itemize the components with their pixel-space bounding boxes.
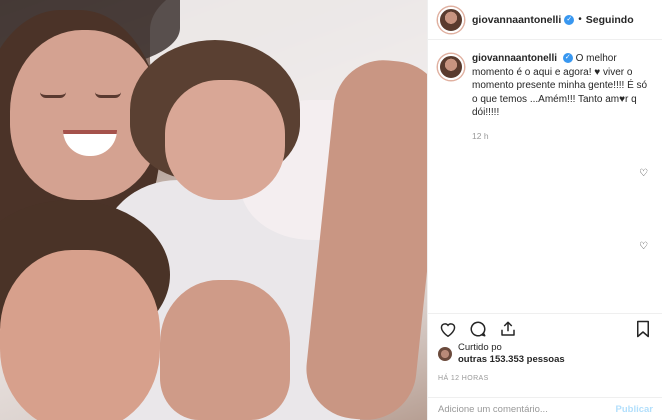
photo-eye-left [40, 92, 66, 98]
action-bar [428, 313, 662, 343]
photo-hand [160, 280, 290, 420]
add-comment-bar: Publicar [428, 397, 662, 420]
comment-like-heart-icon[interactable]: ♡ [639, 241, 648, 252]
liked-by-prefix: Curtido po [458, 342, 502, 353]
likes-summary: Curtido po outras 153.353 pessoas [438, 342, 565, 366]
following-button[interactable]: Seguindo [586, 14, 634, 26]
post-sidebar: giovannaantonelli ✓ • Seguindo giovannaa… [427, 0, 662, 420]
post-header: giovannaantonelli ✓ • Seguindo [428, 0, 662, 40]
photo-girl-face [165, 80, 285, 200]
profile-avatar[interactable] [438, 6, 464, 33]
post-caption: giovannaantonelli ✓ O melhor momento é o… [428, 40, 662, 143]
liker-avatar[interactable] [438, 347, 452, 361]
share-icon [501, 321, 515, 336]
save-button[interactable] [633, 319, 653, 339]
heart-icon [440, 322, 456, 337]
caption-time[interactable]: 12 h [472, 130, 652, 144]
instagram-post: giovannaantonelli ✓ • Seguindo giovannaa… [0, 0, 662, 420]
comment-button[interactable] [468, 319, 488, 339]
comment-like-heart-icon[interactable]: ♡ [639, 168, 648, 179]
separator-dot: • [578, 14, 582, 25]
header-username[interactable]: giovannaantonelli [472, 14, 561, 26]
photo-girl2-face [0, 250, 160, 420]
like-button[interactable] [438, 319, 458, 339]
post-timestamp[interactable]: HÁ 12 HORAS [438, 375, 489, 382]
caption-username[interactable]: giovannaantonelli [472, 53, 557, 64]
likes-count-link[interactable]: outras 153.353 pessoas [458, 354, 565, 365]
verified-badge-icon: ✓ [564, 14, 575, 25]
comment-icon [470, 321, 486, 337]
post-photo[interactable] [0, 0, 427, 420]
photo-eye-right [95, 92, 121, 98]
likes-text: Curtido po outras 153.353 pessoas [458, 342, 565, 366]
caption-body: giovannaantonelli ✓ O melhor momento é o… [472, 52, 652, 143]
share-button[interactable] [498, 319, 518, 339]
publish-button[interactable]: Publicar [616, 404, 654, 415]
comment-input[interactable] [438, 403, 616, 415]
bookmark-icon [637, 320, 649, 337]
caption-avatar[interactable] [438, 54, 464, 80]
verified-badge-icon: ✓ [562, 53, 573, 64]
